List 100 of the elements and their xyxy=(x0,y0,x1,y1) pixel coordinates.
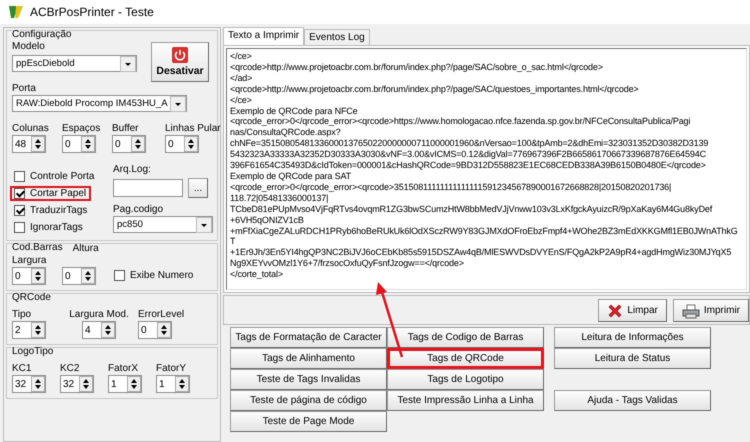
field-label: ErrorLevel xyxy=(138,308,186,321)
checkbox[interactable]: Exibe Numero xyxy=(110,268,202,283)
field-label: KC2 xyxy=(60,362,80,375)
spin-field[interactable]: 48 xyxy=(12,135,46,153)
field-label: Largura Mod. xyxy=(69,308,129,321)
power-icon xyxy=(172,47,188,63)
text-line: 5432323A33333A32352D30333A3030&vNF=3.00&vICMS=0.12&digVal=776967396F2B66586170667339687876E64594C xyxy=(230,149,707,160)
text-editor[interactable] xyxy=(226,48,747,290)
checkbox[interactable]: Controle Porta xyxy=(10,169,99,184)
action-button[interactable]: Leitura de Informações xyxy=(554,327,711,348)
checkbox[interactable]: IgnorarTags xyxy=(10,220,99,235)
deactivate-button[interactable]: Desativar xyxy=(151,42,209,82)
action-button[interactable]: Tags de Codigo de Barras xyxy=(387,327,544,348)
field-label: Tipo xyxy=(12,308,32,321)
field-label: Linhas Pular xyxy=(165,122,222,135)
action-button[interactable]: Teste de Page Mode xyxy=(230,411,387,432)
spin-arrows-icon xyxy=(127,376,141,392)
text-line: chNFe=35150805481336000137650220000000711000001960&nVersao=100&tpAmb=2&dhEmi=323031352D30382D3139 xyxy=(230,138,710,150)
text-line: 118.72|05481336000137| xyxy=(230,192,330,204)
spin-arrows-icon xyxy=(101,322,115,338)
spin-arrows-icon xyxy=(81,136,95,152)
spin-field[interactable]: 4 xyxy=(82,321,116,339)
text-line: +1Er9Jh/3En5YI4hgQP3NC2BiJVJ6oCEbKb85s5915DSZAw4qB/MlESWVDsDVYEnS/FQgA2kP2A9pR4+agdHmgWiz30MJYqX5 xyxy=(230,247,732,258)
field-label: KC1 xyxy=(12,362,32,375)
spin-arrows-icon xyxy=(31,136,45,152)
text-line: Exemplo de QRCode para SAT xyxy=(230,170,352,182)
spin-field[interactable]: 0 xyxy=(165,135,199,153)
spin-field[interactable]: 1 xyxy=(108,375,142,393)
spin-field[interactable]: 32 xyxy=(12,375,46,393)
action-button[interactable]: Tags de Alinhamento xyxy=(230,348,387,369)
window-title: ACBrPosPrinter - Teste xyxy=(30,5,154,19)
tab[interactable]: Texto a Imprimir xyxy=(223,27,304,45)
spin-field[interactable]: 32 xyxy=(60,375,94,393)
field-label: Pag.codigo xyxy=(113,203,164,216)
dropdown[interactable]: ppEscDiebold xyxy=(12,55,137,72)
action-button[interactable]: Teste de Tags Invalidas xyxy=(230,369,387,390)
action-button[interactable]: Tags de QRCode xyxy=(387,348,544,369)
spin-arrows-icon xyxy=(184,136,198,152)
x-icon xyxy=(607,302,624,318)
spin-field[interactable]: 1 xyxy=(156,375,190,393)
group-title: LogoTipo xyxy=(12,346,54,357)
app-logo-icon xyxy=(8,4,24,20)
spin-field[interactable]: 0 xyxy=(62,267,96,285)
tab[interactable]: Eventos Log xyxy=(304,29,370,45)
field-label: Porta xyxy=(12,82,37,95)
group-title: Configuração xyxy=(12,29,72,40)
field-label: FatorX xyxy=(108,362,140,375)
spin-arrows-icon xyxy=(175,376,189,392)
checkbox[interactable]: TraduzirTags xyxy=(10,203,99,218)
print-button[interactable]: Imprimir xyxy=(672,299,749,322)
field-label: Arq.Log: xyxy=(113,163,152,176)
text-line: Exemplo de QRCode para NFCe xyxy=(230,106,359,116)
text-line: <qrcode_error>0</qrcode_error><qrcode>https://www.homologacao.nfce.fazenda.sp.gov.br/NFCeConsultaPublica/Pagi xyxy=(230,116,692,128)
text-line: </ce> xyxy=(230,51,253,62)
text-line: </corte_total> xyxy=(230,269,284,280)
checkbox[interactable]: Cortar Papel xyxy=(10,186,92,201)
text-line: <qrcode>http://www.projetoacbr.com.br/forum/index.php?/page/SAC/questoes_importantes.html</qrcode> xyxy=(230,84,640,95)
spin-field[interactable]: 0 xyxy=(62,135,96,153)
field-label: Altura xyxy=(72,242,99,253)
text-line: </ad> xyxy=(230,72,254,84)
dropdown[interactable]: RAW:Diebold Procomp IM453HU_A xyxy=(12,95,187,112)
field-label: Colunas xyxy=(12,122,50,135)
spin-arrows-icon xyxy=(31,322,45,338)
spin-arrows-icon xyxy=(31,268,45,284)
action-button[interactable]: Tags de Logotipo xyxy=(387,369,544,390)
spin-arrows-icon xyxy=(79,376,93,392)
text-line: TCbeD81ePUpMvso4VjFqRTvs4ovqmR1ZG3bwSCumzHtW8bbMedVJjVnww103v3LxKfgckAyuizcR/9pXaKay6M4Gu8kyDef xyxy=(230,204,714,215)
action-button[interactable]: Teste de página de código xyxy=(230,390,387,411)
field-label: Buffer xyxy=(112,122,140,135)
field-label: Espaços xyxy=(62,122,102,135)
action-button[interactable]: Teste Impressão Linha a Linha xyxy=(387,390,544,411)
spin-arrows-icon xyxy=(131,136,145,152)
field-label: FatorY xyxy=(156,362,188,375)
spin-field[interactable]: 0 xyxy=(112,135,146,153)
action-button[interactable]: Ajuda - Tags Validas xyxy=(554,390,711,411)
text-line: +6VH5qONIZV1cB xyxy=(230,214,305,226)
spin-arrows-icon xyxy=(31,376,45,392)
spin-arrows-icon xyxy=(157,322,171,338)
text-line: <qrcode_error>0</qrcode_error><qrcode>35150811111111111111591234567890001672668828|20150820201736| xyxy=(230,182,672,193)
action-button[interactable]: Leitura de Status xyxy=(554,348,711,369)
field-label: Modelo xyxy=(12,40,46,53)
printer-icon xyxy=(682,302,700,318)
action-button[interactable]: Tags de Formatação de Caracter xyxy=(230,327,387,348)
group-title: Cod.Barras xyxy=(12,242,63,253)
text-line: nas/ConsultaQRCode.aspx? xyxy=(230,127,342,138)
dropdown[interactable]: pc850 xyxy=(113,216,213,233)
spin-field[interactable]: 0 xyxy=(138,321,172,339)
field-label: Largura xyxy=(12,254,48,267)
spin-arrows-icon xyxy=(81,268,95,284)
text-line: <qrcode>http://www.projetoacbr.com.br/forum/index.php?/page/SAC/sobre_o_sac.html</qrcode> xyxy=(230,62,604,73)
spin-field[interactable]: 2 xyxy=(12,321,46,339)
clear-button[interactable]: Limpar xyxy=(598,299,667,322)
text-line: Ng9XEYvvOMzl1Y6+7/frzsocOxfuQyFsnfJzogw==</qrcode> xyxy=(230,258,465,270)
text-line: T xyxy=(230,236,236,248)
group-title: QRCode xyxy=(12,292,51,303)
browse-button[interactable]: ... xyxy=(188,178,208,198)
spin-field[interactable]: 0 xyxy=(12,267,46,285)
text-line: </ce> xyxy=(230,94,253,106)
text-line: +mFfXiaCgeZALuRDCH1PRyb6hoBeRUkUk6lOdXSczRW9Y83GJMXdOFroEbzFmpf4+WOhe2BZ3mEdXKKGMfl1EB0JWnAThkG xyxy=(230,226,739,236)
input-field[interactable] xyxy=(113,179,183,197)
